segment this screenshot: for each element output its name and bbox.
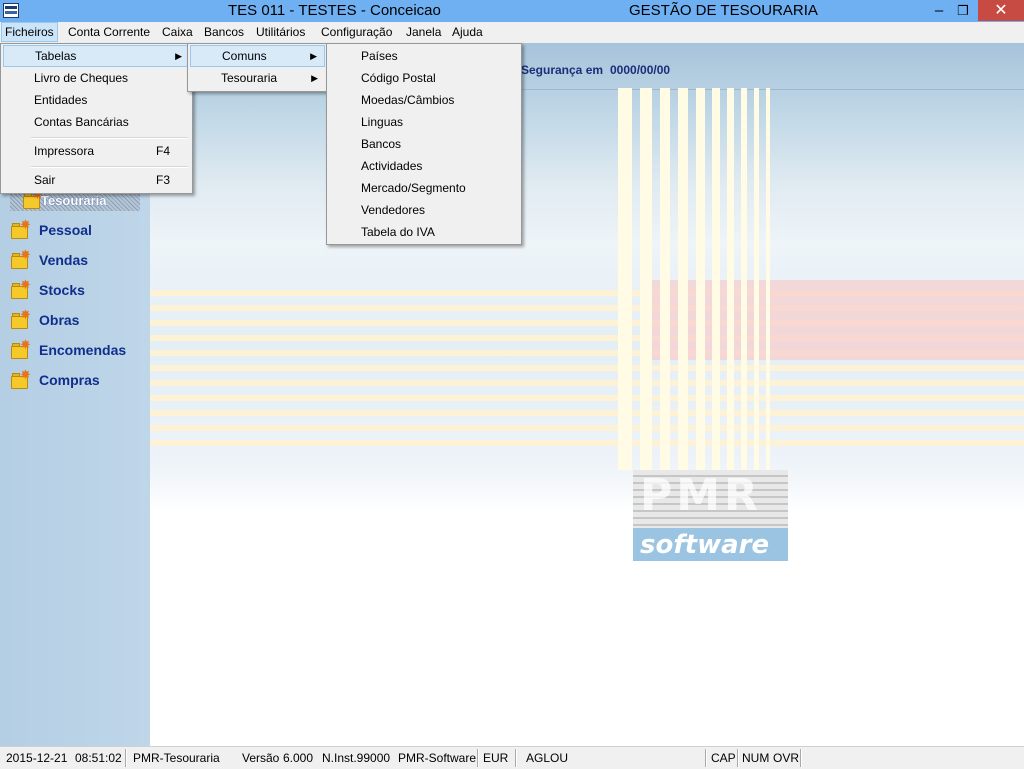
sidebar-item-label: Obras xyxy=(39,312,80,328)
sidebar-item-label: Encomendas xyxy=(39,342,127,358)
window-title: TES 011 - TESTES - Conceicao xyxy=(228,2,441,19)
menu-item-vendedores[interactable]: Vendedores xyxy=(329,199,519,221)
folder-star-icon: ✸ xyxy=(10,218,32,240)
sidebar-item-label: Pessoal xyxy=(39,222,92,238)
tabelas-submenu: Comuns ▶ Tesouraria ▶ xyxy=(187,43,328,92)
menu-ajuda[interactable]: Ajuda xyxy=(449,22,486,42)
sidebar-item-tesouraria-label: Tesouraria xyxy=(41,193,107,208)
menu-separator xyxy=(31,137,188,139)
security-value: 0000/00/00 xyxy=(610,63,671,77)
submenu-arrow-icon: ▶ xyxy=(175,51,182,61)
menu-item-mercado-segmento[interactable]: Mercado/Segmento xyxy=(329,177,519,199)
status-install: N.Inst.99000 xyxy=(322,751,391,765)
comuns-submenu: Países Código Postal Moedas/Câmbios Ling… xyxy=(326,43,522,245)
sidebar-item-label: Compras xyxy=(39,372,100,388)
menu-item-tabela-do-iva[interactable]: Tabela do IVA xyxy=(329,221,519,243)
status-user: AGLOU xyxy=(526,751,569,765)
menu-item-actividades[interactable]: Actividades xyxy=(329,155,519,177)
folder-star-icon: ✸ xyxy=(10,338,32,360)
menu-item-paises[interactable]: Países xyxy=(329,45,519,67)
menu-janela[interactable]: Janela xyxy=(403,22,444,42)
menu-item-sair[interactable]: Sair F3 xyxy=(3,169,190,191)
status-version: 6.000 xyxy=(283,751,314,765)
submenu-arrow-icon: ▶ xyxy=(311,73,318,83)
menu-separator xyxy=(31,166,188,168)
menu-ficheiros[interactable]: Ficheiros xyxy=(1,22,58,42)
app-title: GESTÃO DE TESOURARIA xyxy=(629,2,818,19)
status-company: PMR-Software xyxy=(398,751,477,765)
logo-software-text: software xyxy=(640,530,770,560)
status-time: 08:51:02 xyxy=(75,751,122,765)
title-bar: TES 011 - TESTES - Conceicao GESTÃO DE T… xyxy=(0,0,1024,22)
sidebar-item-label: Vendas xyxy=(39,252,89,268)
restore-icon[interactable]: ❐ xyxy=(948,0,978,21)
status-app: PMR-Tesouraria xyxy=(133,751,220,765)
sidebar-item-label: Stocks xyxy=(39,282,85,298)
folder-star-icon: ✸ xyxy=(10,368,32,390)
status-cap: CAP xyxy=(711,751,736,765)
menu-bancos[interactable]: Bancos xyxy=(201,22,247,42)
menu-configuracao[interactable]: Configuração xyxy=(318,22,395,42)
menu-item-tesouraria[interactable]: Tesouraria ▶ xyxy=(190,67,325,89)
status-ovr: OVR xyxy=(773,751,800,765)
menu-utilitarios[interactable]: Utilitários xyxy=(253,22,308,42)
menu-item-livro-de-cheques[interactable]: Livro de Cheques xyxy=(3,67,190,89)
menu-item-linguas[interactable]: Linguas xyxy=(329,111,519,133)
menu-bar: Ficheiros Conta Corrente Caixa Bancos Ut… xyxy=(0,22,1024,43)
menu-item-contas-bancarias[interactable]: Contas Bancárias xyxy=(3,111,190,133)
menu-item-bancos[interactable]: Bancos xyxy=(329,133,519,155)
status-version-label: Versão xyxy=(242,751,280,765)
close-icon[interactable]: ✕ xyxy=(978,0,1024,21)
menu-item-impressora[interactable]: Impressora F4 xyxy=(3,140,190,162)
menu-item-entidades[interactable]: Entidades xyxy=(3,89,190,111)
menu-conta-corrente[interactable]: Conta Corrente xyxy=(65,22,153,42)
status-bar: 2015-12-21 08:51:02 PMR-Tesouraria Versã… xyxy=(0,746,1024,769)
menu-caixa[interactable]: Caixa xyxy=(159,22,196,42)
ficheiros-menu: Tabelas ▶ Livro de Cheques Entidades Con… xyxy=(0,43,193,194)
menu-item-codigo-postal[interactable]: Código Postal xyxy=(329,67,519,89)
submenu-arrow-icon: ▶ xyxy=(310,51,317,61)
status-currency: EUR xyxy=(483,751,509,765)
folder-star-icon: ✸ xyxy=(10,308,32,330)
status-num: NUM xyxy=(742,751,770,765)
menu-item-moedas-cambios[interactable]: Moedas/Câmbios xyxy=(329,89,519,111)
app-icon[interactable] xyxy=(3,3,19,18)
folder-star-icon: ✸ xyxy=(10,248,32,270)
status-date: 2015-12-21 xyxy=(6,751,68,765)
folder-star-icon: ✸ xyxy=(10,278,32,300)
menu-item-comuns[interactable]: Comuns ▶ xyxy=(190,45,325,67)
logo-pmr-text: PMR xyxy=(640,470,762,521)
security-label: Segurança em xyxy=(521,63,604,77)
menu-item-tabelas[interactable]: Tabelas ▶ xyxy=(3,45,190,67)
